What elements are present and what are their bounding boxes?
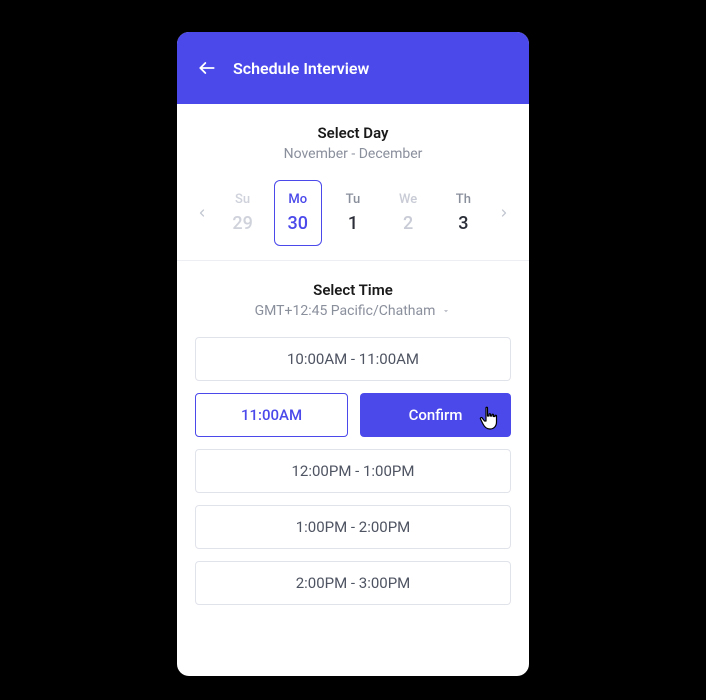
app-header: Schedule Interview — [177, 32, 529, 104]
selected-time-slot[interactable]: 11:00AM — [195, 393, 348, 437]
prev-days-button[interactable] — [191, 204, 213, 222]
day-of-week-label: Th — [456, 192, 471, 207]
day-number-label: 1 — [348, 213, 358, 234]
day-cell-we[interactable]: We 2 — [384, 180, 432, 246]
pointer-cursor-icon — [477, 405, 501, 437]
schedule-interview-screen: Schedule Interview Select Day November -… — [177, 32, 529, 676]
arrow-left-icon — [197, 58, 217, 78]
time-slot[interactable]: 10:00AM - 11:00AM — [195, 337, 511, 381]
day-number-label: 29 — [232, 213, 252, 234]
select-day-section: Select Day November - December Su 29 Mo 30 T… — [177, 104, 529, 261]
next-days-button[interactable] — [493, 204, 515, 222]
day-number-label: 30 — [288, 213, 308, 234]
day-number-label: 2 — [403, 213, 413, 234]
time-slot[interactable]: 2:00PM - 3:00PM — [195, 561, 511, 605]
day-number-label: 3 — [458, 213, 468, 234]
select-time-section: Select Time GMT+12:45 Pacific/Chatham 10… — [177, 261, 529, 605]
day-cell-tu[interactable]: Tu 1 — [329, 180, 377, 246]
timezone-selector[interactable]: GMT+12:45 Pacific/Chatham — [195, 303, 511, 319]
time-slot[interactable]: 1:00PM - 2:00PM — [195, 505, 511, 549]
day-of-week-label: Tu — [346, 192, 361, 207]
time-slot-list: 10:00AM - 11:00AM 11:00AM Confirm 12:00P… — [195, 337, 511, 605]
confirm-button-label: Confirm — [409, 406, 463, 424]
day-cell-su: Su 29 — [219, 180, 267, 246]
day-cells: Su 29 Mo 30 Tu 1 We 2 Th 3 — [215, 180, 491, 246]
day-of-week-label: We — [399, 192, 417, 207]
day-cell-mo[interactable]: Mo 30 — [274, 180, 322, 246]
caret-down-icon — [441, 306, 451, 316]
selected-slot-row: 11:00AM Confirm — [195, 393, 511, 437]
day-of-week-label: Mo — [288, 192, 307, 207]
day-picker-row: Su 29 Mo 30 Tu 1 We 2 Th 3 — [191, 180, 515, 246]
day-cell-th[interactable]: Th 3 — [439, 180, 487, 246]
page-title: Schedule Interview — [233, 59, 369, 78]
chevron-right-icon — [498, 204, 510, 222]
time-slot[interactable]: 12:00PM - 1:00PM — [195, 449, 511, 493]
day-of-week-label: Su — [235, 192, 250, 207]
back-button[interactable] — [195, 56, 219, 80]
select-time-title: Select Time — [195, 281, 511, 299]
timezone-label: GMT+12:45 Pacific/Chatham — [255, 303, 436, 319]
select-day-title: Select Day — [191, 124, 515, 142]
chevron-left-icon — [196, 204, 208, 222]
month-range-label: November - December — [191, 146, 515, 162]
confirm-button[interactable]: Confirm — [360, 393, 511, 437]
